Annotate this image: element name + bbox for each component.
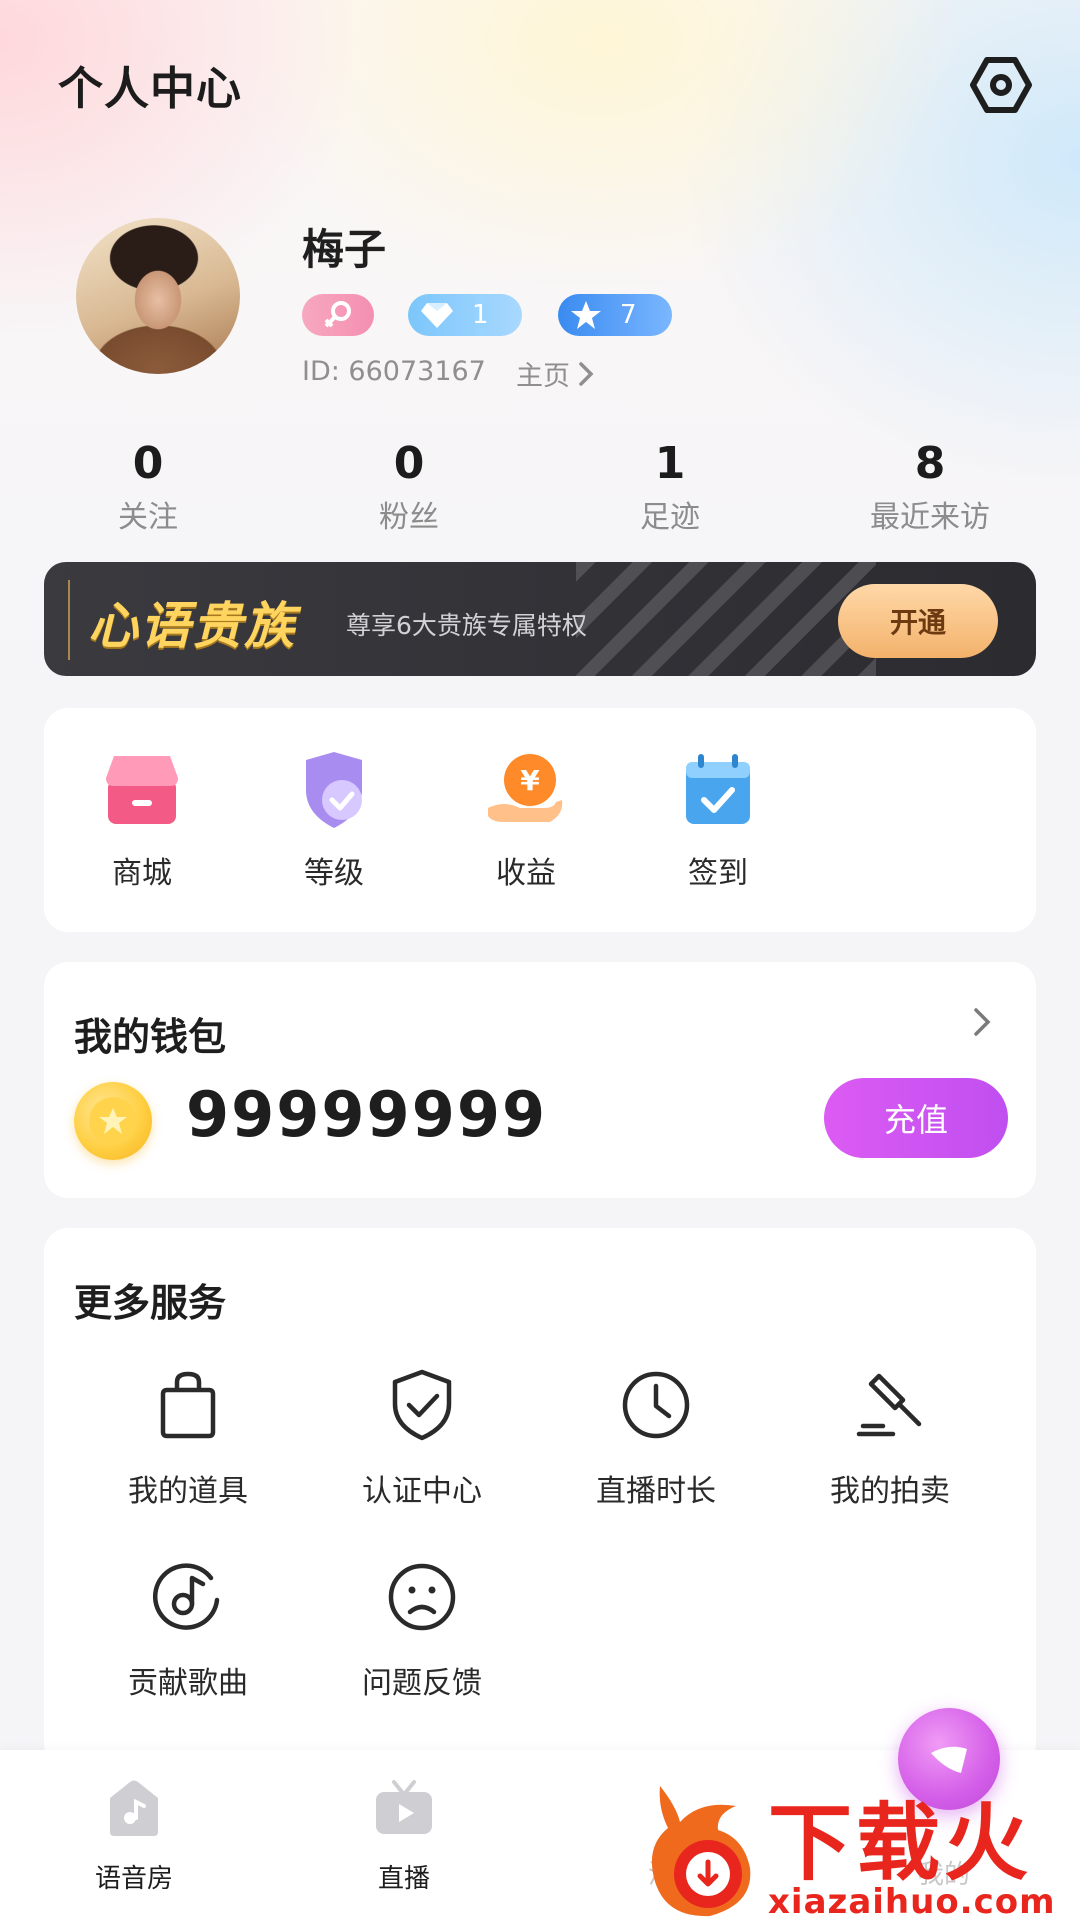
service-label: 我的拍卖: [830, 1474, 950, 1509]
service-contribute-songs[interactable]: 贡献歌曲: [88, 1560, 288, 1702]
chevron-right-icon: [974, 1008, 991, 1036]
nav-tab-label: 语音房: [94, 1864, 173, 1894]
quick-entry-label: 签到: [688, 856, 748, 891]
wallet-card[interactable]: 我的钱包 99999999 充值: [44, 962, 1036, 1198]
vip-banner[interactable]: 心语贵族 尊享6大贵族专属特权 开通: [44, 562, 1036, 676]
gavel-icon: [856, 1373, 922, 1437]
nav-tab-voice-room[interactable]: 语音房: [54, 1778, 214, 1895]
quick-entries-card: 商城 等级 ¥ 收益 签到: [44, 708, 1036, 932]
service-label: 我的道具: [128, 1474, 248, 1509]
settings-button[interactable]: [966, 50, 1036, 120]
stat-following[interactable]: 0 关注: [48, 438, 248, 536]
quick-entry-shop[interactable]: 商城: [72, 750, 212, 892]
watermark: 下载火 xiazaihuo.com: [640, 1776, 1080, 1920]
quick-entry-income[interactable]: ¥ 收益: [456, 750, 596, 892]
service-live-duration[interactable]: 直播时长: [556, 1368, 756, 1510]
income-coin-icon: ¥: [484, 750, 568, 830]
stat-label: 最近来访: [870, 500, 990, 535]
user-name: 梅子: [302, 225, 387, 274]
stat-label: 足迹: [640, 500, 700, 535]
service-feedback[interactable]: 问题反馈: [322, 1560, 522, 1702]
shop-icon: [100, 750, 184, 830]
voice-room-icon: [110, 1780, 158, 1836]
nav-tab-live[interactable]: 直播: [324, 1778, 484, 1895]
sad-face-icon: [388, 1563, 456, 1631]
stat-label: 粉丝: [379, 500, 439, 535]
svg-text:¥: ¥: [520, 764, 540, 797]
page-title: 个人中心: [58, 62, 243, 115]
bag-icon: [160, 1371, 216, 1439]
chat-bubble-icon: [931, 1746, 967, 1773]
vip-subtitle: 尊享6大贵族专属特权: [346, 611, 587, 640]
homepage-label: 主页: [516, 361, 570, 392]
clock-icon: [622, 1371, 690, 1439]
tv-live-icon: [376, 1780, 432, 1834]
avatar[interactable]: [76, 218, 240, 374]
wallet-balance: 99999999: [186, 1078, 548, 1151]
services-title: 更多服务: [74, 1281, 227, 1325]
service-verification[interactable]: 认证中心: [322, 1368, 522, 1510]
nav-tab-label: 直播: [377, 1864, 430, 1894]
stat-label: 关注: [118, 500, 178, 535]
chevron-right-icon: [579, 361, 594, 386]
stat-value: 0: [393, 438, 425, 489]
music-disc-icon: [152, 1563, 220, 1630]
flame-logo-icon: [651, 1786, 751, 1917]
quick-entry-label: 收益: [496, 856, 556, 891]
watermark-text: 下载火: [768, 1794, 1033, 1892]
level-shield-icon: [292, 750, 376, 830]
recharge-button[interactable]: 充值: [824, 1078, 1008, 1158]
quick-entry-label: 等级: [304, 856, 364, 891]
diamond-icon: [421, 303, 453, 328]
quick-entry-label: 商城: [112, 856, 172, 891]
wallet-title: 我的钱包: [74, 1015, 227, 1059]
stat-value: 1: [654, 438, 686, 489]
services-card: 更多服务 我的道具 认证中心 直播时长 我的拍卖 贡献歌曲 问题反馈: [44, 1228, 1036, 1768]
checkin-calendar-icon: [676, 750, 760, 830]
homepage-link[interactable]: 主页: [516, 354, 594, 393]
vip-activate-button[interactable]: 开通: [838, 584, 998, 658]
diamond-level-value: 1: [472, 300, 489, 330]
star-level-badge: 7: [558, 294, 672, 336]
female-icon: [324, 301, 351, 328]
watermark-url: xiazaihuo.com: [768, 1882, 1056, 1920]
vip-title: 心语贵族: [88, 597, 296, 655]
vip-banner-accent: [68, 580, 70, 660]
stat-value: 8: [914, 438, 946, 489]
vip-banner-pattern: [576, 562, 876, 676]
shield-check-icon: [392, 1369, 452, 1441]
quick-entry-checkin[interactable]: 签到: [648, 750, 788, 892]
stat-recent-visitors[interactable]: 8 最近来访: [830, 438, 1030, 536]
user-id: ID: 66073167: [302, 356, 486, 387]
diamond-level-badge: 1: [408, 294, 522, 336]
star-level-value: 7: [620, 300, 637, 330]
settings-hexagon-icon: [970, 57, 1032, 113]
quick-entry-level[interactable]: 等级: [264, 750, 404, 892]
gender-badge: [302, 294, 374, 336]
service-label: 贡献歌曲: [128, 1666, 248, 1701]
service-my-props[interactable]: 我的道具: [88, 1368, 288, 1510]
stat-fans[interactable]: 0 粉丝: [309, 438, 509, 536]
stat-value: 0: [132, 438, 164, 489]
service-label: 认证中心: [362, 1474, 482, 1509]
service-label: 问题反馈: [362, 1666, 482, 1701]
star-icon: [571, 301, 601, 329]
coin-icon: [74, 1082, 152, 1160]
stat-footprints[interactable]: 1 足迹: [570, 438, 770, 536]
service-my-auction[interactable]: 我的拍卖: [790, 1368, 990, 1510]
service-label: 直播时长: [596, 1474, 716, 1509]
